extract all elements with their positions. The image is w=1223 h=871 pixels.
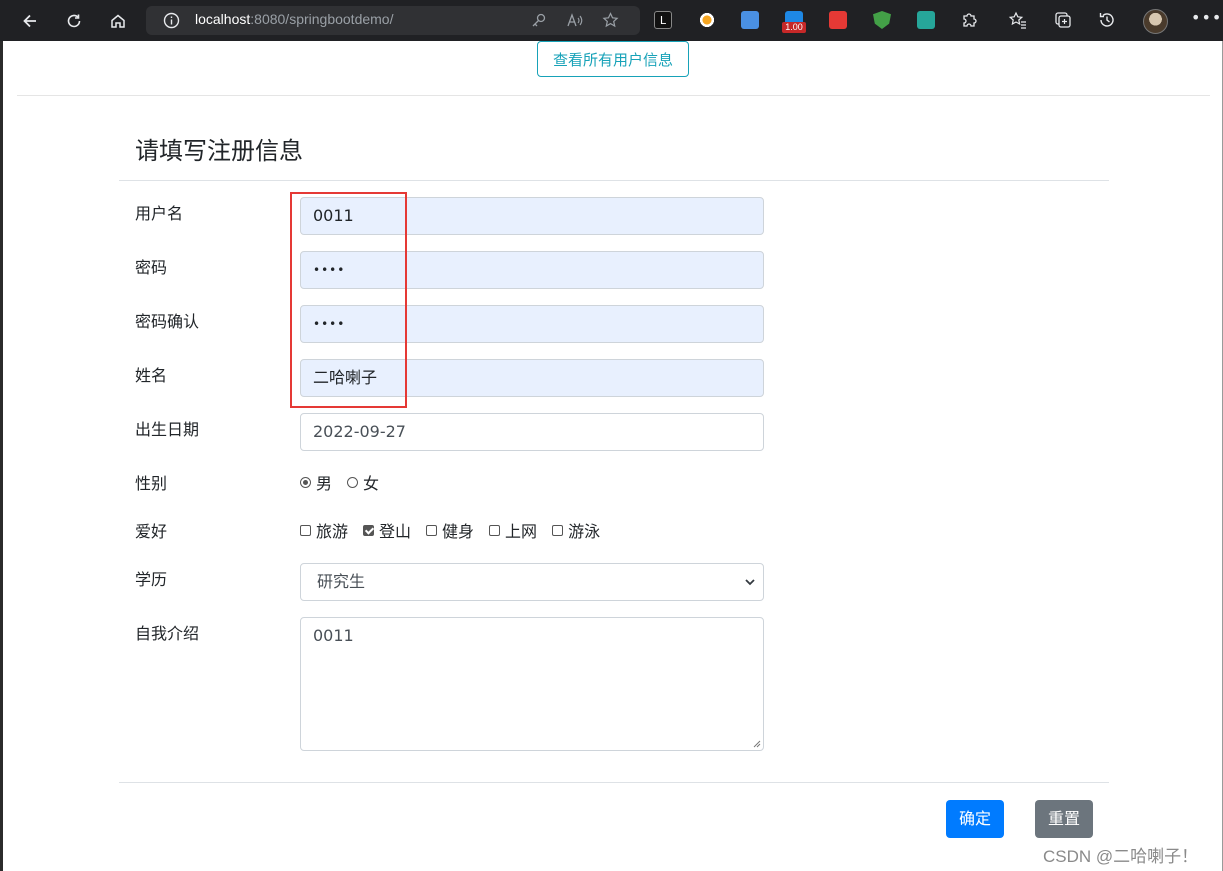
birthday-label: 出生日期 [135,420,200,439]
intro-text: 0011 [313,626,354,645]
extension-orange-icon[interactable] [698,11,716,29]
highlight-annotation-box [290,192,407,408]
more-icon[interactable]: ••• [1191,8,1222,27]
reset-button[interactable]: 重置 [1035,800,1093,838]
puzzle-icon[interactable] [960,10,980,30]
history-icon[interactable] [1097,10,1117,30]
gender-option-label: 男 [316,474,333,493]
checkbox[interactable] [300,524,311,536]
education-selected-value: 研究生 [317,572,366,591]
password-label: 密码 [135,258,168,277]
gender-option-male[interactable]: 男 [300,470,332,494]
watermark: CSDN @二哈喇子！ [1043,847,1199,866]
read-aloud-icon[interactable] [566,12,583,29]
checkbox[interactable] [363,524,375,536]
intro-label: 自我介绍 [135,624,200,643]
radio-button[interactable] [300,476,311,488]
checkbox[interactable] [552,524,564,536]
gender-radio-group: 男 女 [300,470,394,494]
birthday-input[interactable]: 2022-09-27 [300,413,764,451]
hobby-option-label: 旅游 [316,522,349,541]
address-bar[interactable]: localhost:8080/springbootdemo/ [146,6,640,35]
chevron-down-icon [745,579,755,586]
extension-image-icon[interactable] [741,11,759,29]
back-icon[interactable] [17,8,43,34]
password-confirm-label: 密码确认 [135,312,200,331]
refresh-icon[interactable] [61,8,87,34]
gender-option-label: 女 [363,474,380,493]
divider [17,95,1210,96]
radio-button[interactable] [347,476,359,488]
checkbox[interactable] [426,524,438,536]
submit-button[interactable]: 确定 [946,800,1004,838]
favorite-add-icon[interactable] [602,12,619,29]
shield-icon[interactable] [873,11,891,29]
hobby-option-label: 上网 [505,522,538,541]
divider [119,180,1109,181]
key-icon[interactable] [530,12,547,29]
gender-option-female[interactable]: 女 [347,470,379,494]
hobby-option-internet[interactable]: 上网 [489,518,537,542]
hobbies-checkbox-group: 旅游 登山 健身 上网 游泳 [300,518,615,542]
view-all-users-button[interactable]: 查看所有用户信息 [537,41,689,77]
hobbies-label: 爱好 [135,522,168,541]
url-text: localhost:8080/springbootdemo/ [195,11,394,27]
education-label: 学历 [135,570,168,589]
info-icon[interactable] [163,12,180,29]
checkbox[interactable] [489,524,501,536]
page-left-edge [0,41,3,871]
hobby-option-label: 健身 [442,522,475,541]
form-title: 请填写注册信息 [135,137,303,165]
hobby-option-fitness[interactable]: 健身 [426,518,474,542]
favorites-icon[interactable] [1008,10,1028,30]
home-icon[interactable] [105,8,131,34]
extension-red-icon[interactable] [829,11,847,29]
intro-textarea[interactable]: 0011 [300,617,764,751]
resize-grip-icon[interactable] [753,740,761,748]
username-label: 用户名 [135,204,184,223]
profile-avatar[interactable] [1143,9,1168,34]
collections-icon[interactable] [1053,10,1073,30]
browser-toolbar: localhost:8080/springbootdemo/ L 1.00 ••… [0,0,1223,41]
extension-badge: 1.00 [782,22,806,33]
name-label: 姓名 [135,366,168,385]
education-select[interactable]: 研究生 [300,563,764,601]
extension-teal-icon[interactable] [917,11,935,29]
divider [119,782,1109,783]
hobby-option-swimming[interactable]: 游泳 [552,518,600,542]
hobby-option-label: 游泳 [568,522,601,541]
hobby-option-climbing[interactable]: 登山 [363,518,411,542]
hobby-option-travel[interactable]: 旅游 [300,518,348,542]
extension-l-icon[interactable]: L [654,11,672,29]
gender-label: 性别 [135,474,168,493]
hobby-option-label: 登山 [379,522,412,541]
